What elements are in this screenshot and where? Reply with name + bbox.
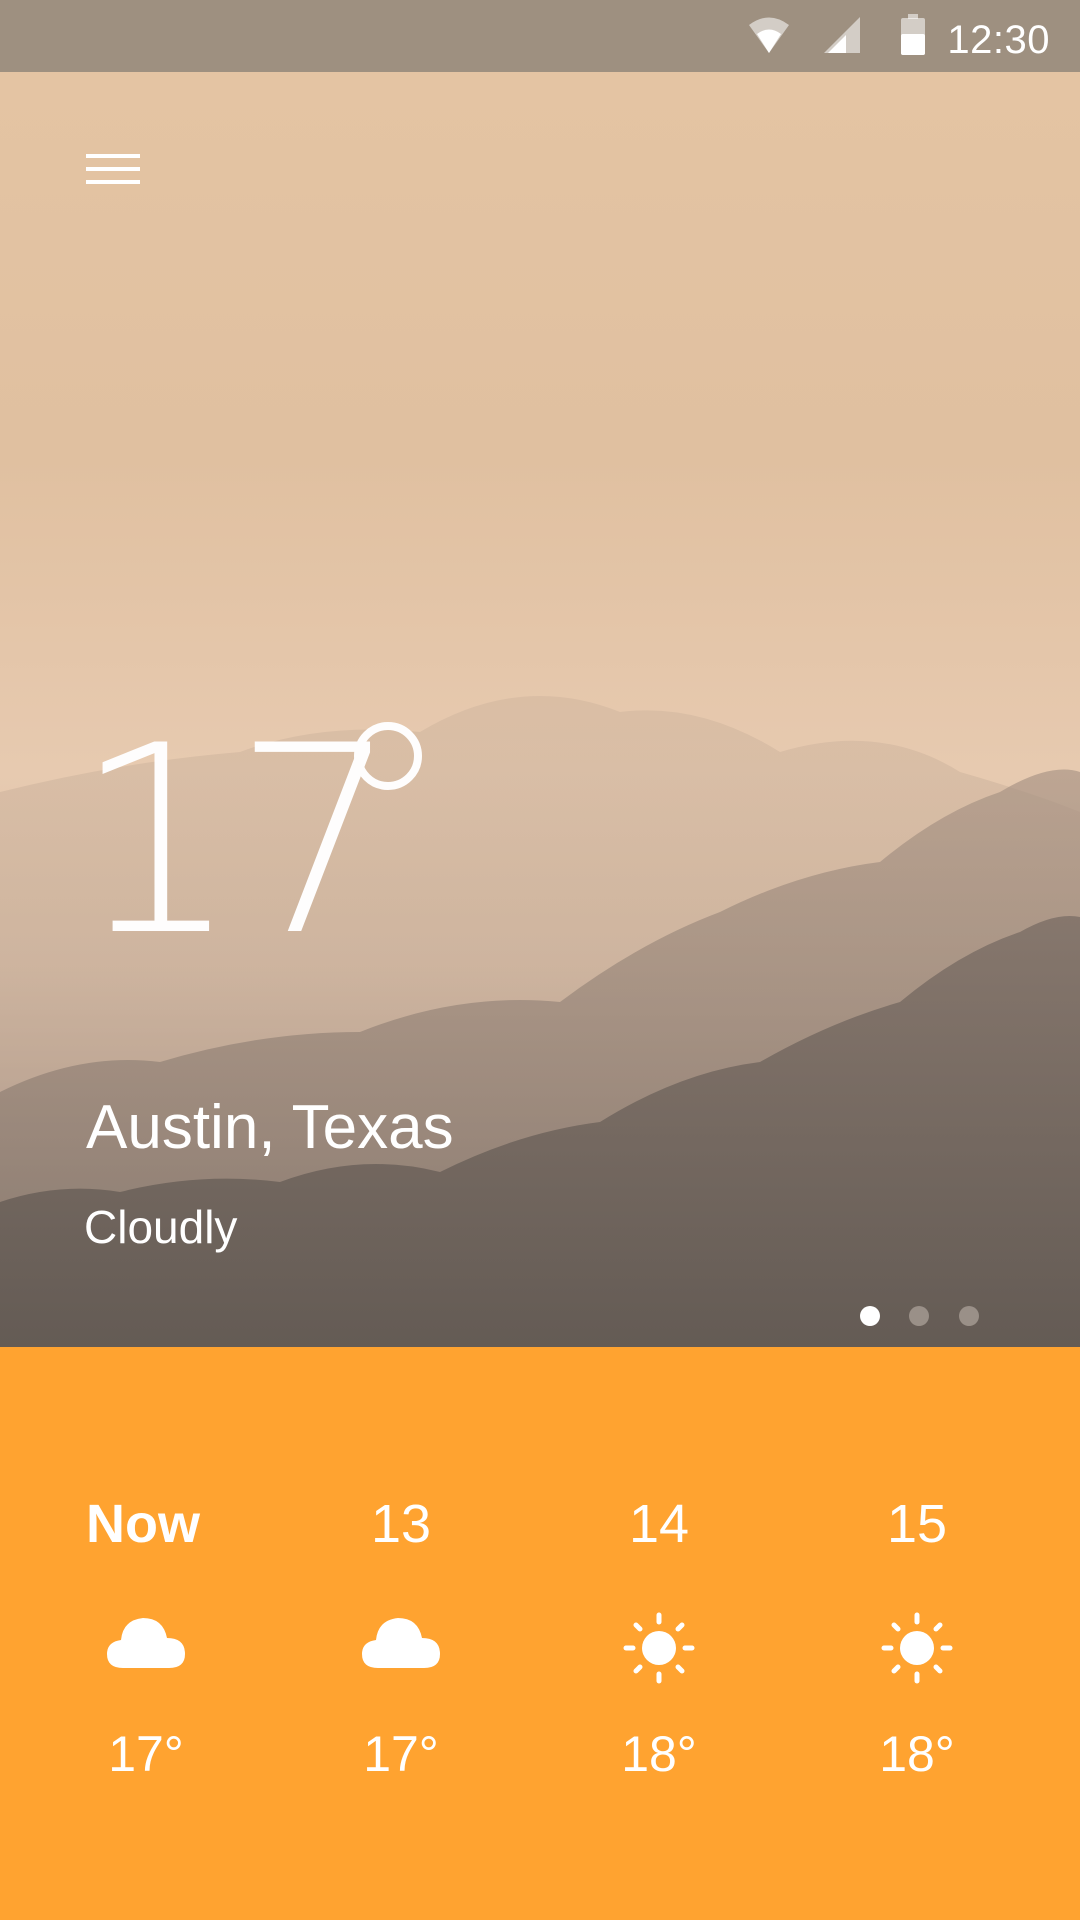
degree-symbol xyxy=(354,722,422,790)
weather-condition: Cloudly xyxy=(84,1201,238,1253)
forecast-item-13[interactable]: 13 17° xyxy=(301,1347,501,1920)
sun-icon xyxy=(817,1612,1017,1702)
location-name: Austin, Texas xyxy=(86,1093,454,1162)
forecast-temp: 17° xyxy=(108,1726,184,1782)
forecast-day-label: 15 xyxy=(886,1494,948,1554)
wifi-icon xyxy=(748,16,790,59)
forecast-item-14[interactable]: 14 18° xyxy=(559,1347,759,1920)
forecast-temp: 18° xyxy=(621,1726,697,1782)
page-dot-2[interactable] xyxy=(909,1306,929,1326)
cell-signal-icon xyxy=(822,16,862,59)
hamburger-menu-icon-bar xyxy=(86,180,140,184)
forecast-item-now[interactable]: Now 17° xyxy=(86,1347,206,1920)
sun-icon xyxy=(559,1612,759,1702)
current-temperature-value: 17 xyxy=(74,691,399,993)
cloud-icon xyxy=(86,1612,206,1702)
menu-button[interactable] xyxy=(74,134,154,204)
weather-app-screen: 12:30 17 Austin, Texas Cloudly Now 17° 1… xyxy=(0,0,1080,1920)
page-dot-1[interactable] xyxy=(860,1306,880,1326)
hamburger-menu-icon-bar xyxy=(86,154,140,158)
forecast-item-15[interactable]: 15 18° xyxy=(817,1347,1017,1920)
forecast-day-label: 14 xyxy=(628,1494,690,1554)
status-clock: 12:30 xyxy=(947,18,1050,62)
current-temperature: 17 xyxy=(74,712,422,972)
forecast-temp: 17° xyxy=(363,1726,439,1782)
forecast-panel: Now 17° 13 17° 14 18° 15 18° xyxy=(0,1347,1080,1920)
forecast-temp: 18° xyxy=(879,1726,955,1782)
forecast-day-label: 13 xyxy=(370,1494,432,1554)
cloud-icon xyxy=(301,1612,501,1702)
battery-icon xyxy=(900,14,926,61)
status-bar: 12:30 xyxy=(0,0,1080,72)
forecast-day-label: Now xyxy=(86,1494,200,1554)
page-dot-3[interactable] xyxy=(959,1306,979,1326)
hamburger-menu-icon-bar xyxy=(86,167,140,171)
hero-background: 17 Austin, Texas Cloudly xyxy=(0,72,1080,1347)
